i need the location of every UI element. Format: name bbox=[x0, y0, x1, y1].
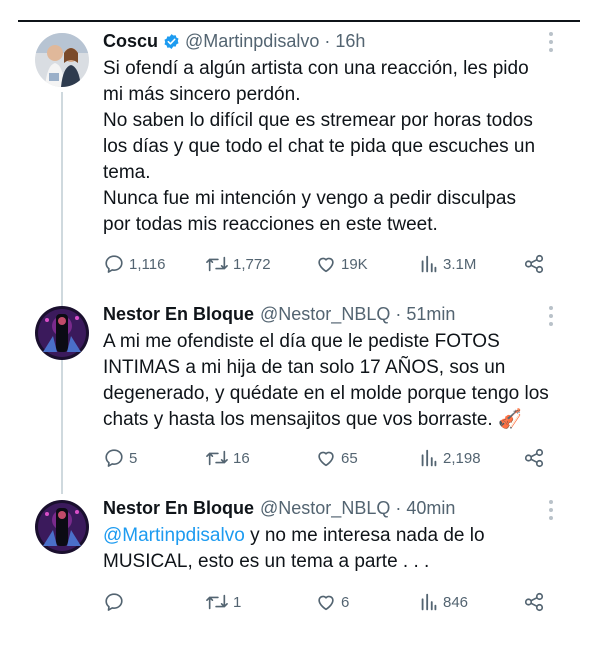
author-handle[interactable]: @Nestor_NBLQ bbox=[260, 498, 390, 519]
tweet-1-header: Coscu @Martinpdisalvo · 16h bbox=[103, 29, 365, 53]
author-handle[interactable]: @Nestor_NBLQ bbox=[260, 304, 390, 325]
views-icon bbox=[421, 593, 437, 611]
reply-icon bbox=[105, 255, 123, 273]
reply-icon bbox=[105, 449, 123, 467]
share-button[interactable] bbox=[523, 446, 545, 470]
reply-button[interactable]: 1,116 bbox=[103, 252, 165, 276]
tweet-line: degenerado, y quédate en el molde porque… bbox=[103, 383, 549, 404]
views-icon bbox=[421, 449, 437, 467]
reply-count: 5 bbox=[129, 449, 138, 467]
retweet-icon bbox=[206, 450, 228, 466]
tweet-line: @Martinpdisalvo y no me interesa nada de… bbox=[103, 523, 573, 549]
heart-icon bbox=[318, 257, 334, 273]
retweet-button[interactable]: 1 bbox=[205, 590, 241, 614]
tweet-time[interactable]: 51min bbox=[406, 304, 455, 325]
tweet-2[interactable]: Nestor En Bloque @Nestor_NBLQ · 51min A … bbox=[0, 290, 598, 480]
verified-badge-icon bbox=[163, 33, 180, 50]
like-count: 19K bbox=[341, 255, 368, 273]
avatar-nestor[interactable] bbox=[35, 306, 89, 360]
tweet-text-segment: y no me interesa nada de lo bbox=[244, 525, 485, 546]
tweet-2-actions: 5 16 65 2,198 bbox=[103, 446, 553, 470]
retweet-count: 16 bbox=[233, 449, 250, 467]
retweet-icon bbox=[206, 256, 228, 272]
separator-dot: · bbox=[395, 497, 402, 518]
views-icon bbox=[421, 255, 437, 273]
more-icon[interactable] bbox=[548, 306, 554, 326]
reply-count: 1,116 bbox=[129, 255, 166, 273]
tweet-2-text: A mi me ofendiste el día que le pediste … bbox=[103, 329, 583, 433]
more-icon[interactable] bbox=[548, 32, 554, 52]
retweet-button[interactable]: 1,772 bbox=[205, 252, 271, 276]
tweet-2-header: Nestor En Bloque @Nestor_NBLQ · 51min bbox=[103, 302, 455, 326]
share-icon bbox=[524, 448, 544, 468]
like-count: 65 bbox=[341, 449, 358, 467]
view-count: 846 bbox=[443, 593, 469, 611]
tweet-line: A mi me ofendiste el día que le pediste … bbox=[103, 331, 500, 352]
tweet-line: INTIMAS a mi hija de tan solo 17 AÑOS, s… bbox=[103, 357, 506, 378]
tweet-1-actions: 1,116 1,772 19K 3.1M bbox=[103, 252, 553, 276]
like-count: 6 bbox=[341, 593, 350, 611]
share-button[interactable] bbox=[523, 590, 545, 614]
tweet-time[interactable]: 40min bbox=[406, 498, 455, 519]
tweet-1-text: Si ofendí a algún artista con una reacci… bbox=[103, 56, 573, 238]
like-button[interactable]: 65 bbox=[315, 446, 358, 470]
separator-dot: · bbox=[324, 30, 331, 51]
author-name[interactable]: Nestor En Bloque bbox=[103, 498, 254, 519]
views-button[interactable]: 2,198 bbox=[419, 446, 481, 470]
retweet-count: 1 bbox=[233, 593, 242, 611]
tweet-line: chats y hasta los mensajitos que vos bor… bbox=[103, 409, 522, 430]
avatar-coscu[interactable] bbox=[35, 33, 89, 87]
tweet-3-actions: 1 6 846 bbox=[103, 590, 553, 614]
separator-dot: · bbox=[395, 303, 402, 324]
avatar-nestor-image bbox=[35, 306, 89, 360]
tweet-3-text: @Martinpdisalvo y no me interesa nada de… bbox=[103, 523, 573, 575]
tweet-line: MUSICAL, esto es un tema a parte . . . bbox=[103, 551, 430, 572]
views-button[interactable]: 846 bbox=[419, 590, 468, 614]
view-count: 2,198 bbox=[443, 449, 481, 467]
tweet-3[interactable]: Nestor En Bloque @Nestor_NBLQ · 40min @M… bbox=[0, 480, 598, 640]
heart-icon bbox=[318, 595, 334, 611]
author-handle[interactable]: @Martinpdisalvo bbox=[185, 31, 319, 52]
mention-link[interactable]: @Martinpdisalvo bbox=[103, 525, 245, 546]
retweet-button[interactable]: 16 bbox=[205, 446, 250, 470]
tweet-line: los días y que todo el chat te pida que … bbox=[103, 136, 536, 157]
share-icon bbox=[524, 592, 544, 612]
more-icon[interactable] bbox=[548, 500, 554, 520]
heart-icon bbox=[318, 451, 334, 467]
tweet-line: mi más sincero perdón. bbox=[103, 84, 301, 105]
tweet-line: No saben lo difícil que es stremear por … bbox=[103, 110, 533, 131]
retweet-icon bbox=[206, 594, 228, 610]
share-button[interactable] bbox=[523, 252, 545, 276]
share-icon bbox=[524, 254, 544, 274]
tweet-line: Si ofendí a algún artista con una reacci… bbox=[103, 58, 529, 79]
avatar-nestor-image bbox=[35, 500, 89, 554]
tweet-line: por todas mis reacciones en este tweet. bbox=[103, 214, 438, 235]
reply-button[interactable] bbox=[103, 590, 129, 614]
author-name[interactable]: Coscu bbox=[103, 31, 158, 52]
like-button[interactable]: 19K bbox=[315, 252, 368, 276]
tweet-time[interactable]: 16h bbox=[335, 31, 365, 52]
like-button[interactable]: 6 bbox=[315, 590, 349, 614]
tweet-1[interactable]: Coscu @Martinpdisalvo · 16h Si ofendí a … bbox=[0, 0, 598, 290]
avatar-nestor[interactable] bbox=[35, 500, 89, 554]
avatar-coscu-image bbox=[35, 33, 89, 87]
tweet-line: tema. bbox=[103, 162, 151, 183]
tweet-line: Nunca fue mi intención y vengo a pedir d… bbox=[103, 188, 516, 209]
view-count: 3.1M bbox=[443, 255, 477, 273]
retweet-count: 1,772 bbox=[233, 255, 271, 273]
author-name[interactable]: Nestor En Bloque bbox=[103, 304, 254, 325]
reply-icon bbox=[105, 593, 123, 611]
views-button[interactable]: 3.1M bbox=[419, 252, 476, 276]
reply-button[interactable]: 5 bbox=[103, 446, 137, 470]
tweet-3-header: Nestor En Bloque @Nestor_NBLQ · 40min bbox=[103, 496, 455, 520]
